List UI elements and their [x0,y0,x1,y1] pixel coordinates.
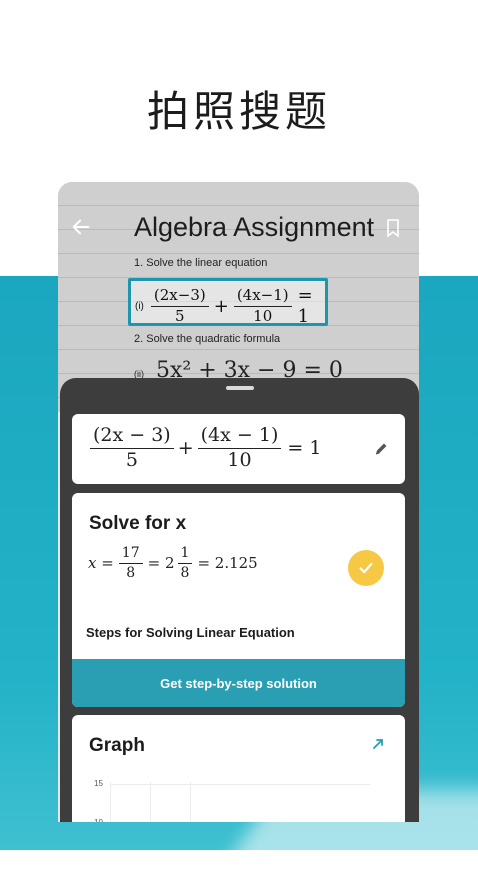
fraction: (4x − 1) 10 [197,425,282,471]
equation-rhs: = 1 [287,437,322,460]
pencil-icon[interactable] [373,441,389,457]
numerator: (2x − 3) [90,425,174,449]
expand-icon[interactable] [371,737,385,751]
scan-frame[interactable]: (i) (2x−3) 5 + (4x−1) 10 = 1 [128,278,328,327]
question-2: 2. Solve the quadratic formula [134,333,281,345]
check-icon [348,550,384,586]
plus-sign: + [177,437,194,460]
solution-lhs: x = [88,554,114,573]
y-tick-label: 10 [94,818,103,822]
results-sheet: (2x − 3) 5 + (4x − 1) 10 = 1 Solve for x… [60,378,419,822]
numerator: 1 [177,546,193,564]
fraction: 1 8 [177,546,193,581]
question-1: 1. Solve the linear equation [134,257,268,269]
recognized-equation: (2x − 3) 5 + (4x − 1) 10 = 1 [88,425,322,471]
decimal-result: = 2.125 [197,554,258,573]
mixed-whole: = 2 [147,554,175,573]
gridline [150,782,151,822]
denominator: 5 [175,306,185,325]
steps-label: Steps for Solving Linear Equation [86,625,295,640]
denominator: 10 [253,306,273,325]
phone-screen: Algebra Assignment 1. Solve the linear e… [58,182,419,822]
bookmark-icon[interactable] [386,219,400,238]
item-label: (i) [135,300,144,312]
numerator: (4x−1) [233,287,292,307]
fraction: (2x − 3) 5 [90,425,174,471]
denominator: 8 [126,564,136,581]
solution-expression: x = 17 8 = 2 1 8 = 2.125 [88,546,258,580]
y-tick-label: 15 [94,779,103,788]
numerator: (2x−3) [150,287,209,307]
fraction: 17 8 [118,546,143,581]
drag-handle[interactable] [226,386,254,390]
graph-title: Graph [89,735,145,756]
headline: 拍照搜题 [146,87,331,136]
numerator: (4x − 1) [197,425,282,449]
graph-card[interactable]: Graph 15 10 [72,715,405,822]
solve-card: Solve for x x = 17 8 = 2 1 8 = 2.125 Ste… [72,493,405,707]
assignment-title: Algebra Assignment [134,212,375,242]
equation-card[interactable]: (2x − 3) 5 + (4x − 1) 10 = 1 [72,414,405,484]
scanned-equation: (i) (2x−3) 5 + (4x−1) 10 = 1 [135,285,325,327]
denominator: 5 [125,448,138,471]
gridline [110,782,111,822]
gridline [190,782,191,822]
denominator: 10 [227,448,252,471]
back-arrow-icon[interactable] [70,216,92,238]
fraction: (2x−3) 5 [150,287,209,325]
fraction: (4x−1) 10 [233,287,292,325]
equation-rhs: = 1 [297,285,313,327]
gridline [110,784,370,785]
step-by-step-button[interactable]: Get step-by-step solution [72,659,405,707]
solve-title: Solve for x [89,513,187,534]
plus-sign: + [213,295,229,317]
numerator: 17 [118,546,143,564]
denominator: 8 [180,564,190,581]
